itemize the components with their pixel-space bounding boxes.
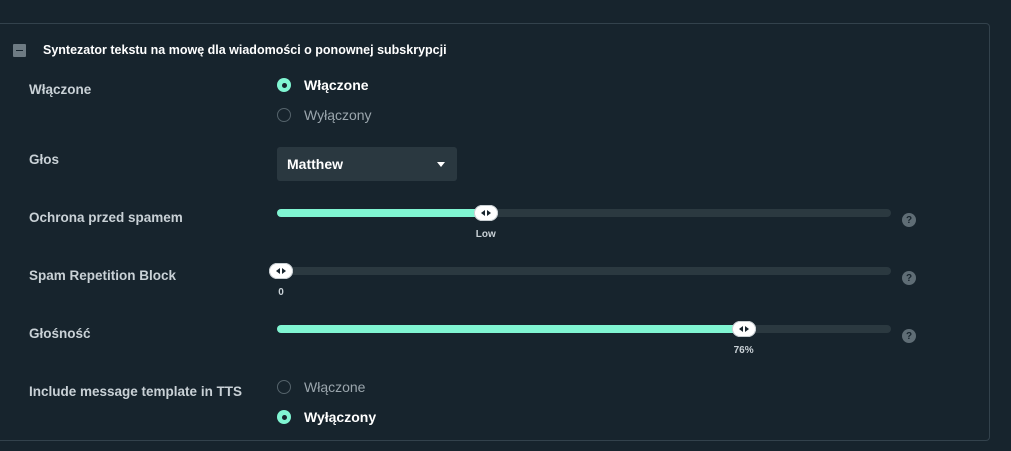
volume-label: Głośność — [29, 326, 91, 341]
slider-handle[interactable] — [269, 263, 293, 279]
radio-unselected-icon[interactable] — [277, 380, 291, 394]
chevron-down-icon — [437, 161, 445, 167]
enabled-option-on[interactable]: Włączone — [277, 77, 369, 93]
arrow-left-icon — [276, 268, 280, 274]
include-template-option-off[interactable]: Wyłączony — [277, 409, 376, 425]
spam-repetition-slider[interactable]: 0 — [269, 263, 891, 298]
radio-selected-icon[interactable] — [277, 410, 291, 424]
arrow-right-icon — [744, 326, 749, 332]
collapse-toggle-icon[interactable] — [13, 43, 26, 57]
arrow-right-icon — [486, 210, 491, 216]
enabled-option-on-label: Włączone — [304, 77, 369, 93]
arrow-left-icon — [480, 210, 485, 216]
section-title: Syntezator tekstu na mowę dla wiadomości… — [43, 43, 447, 57]
radio-selected-icon[interactable] — [277, 78, 291, 92]
spam-protection-slider[interactable]: Low — [277, 205, 891, 240]
include-template-label: Include message template in TTS — [29, 384, 243, 399]
radio-unselected-icon[interactable] — [277, 108, 291, 122]
slider-handle[interactable] — [473, 205, 498, 221]
section-header: Syntezator tekstu na mowę dla wiadomości… — [13, 43, 447, 57]
slider-fill — [277, 209, 486, 217]
include-template-option-on-label: Włączone — [304, 379, 366, 395]
enabled-option-off[interactable]: Wyłączony — [277, 107, 372, 123]
spam-repetition-value: 0 — [278, 287, 284, 298]
voice-select[interactable]: Matthew — [277, 147, 457, 181]
volume-value: 76% — [733, 345, 754, 356]
spam-protection-value: Low — [475, 229, 496, 240]
voice-select-value: Matthew — [287, 156, 343, 172]
include-template-option-on[interactable]: Włączone — [277, 379, 365, 395]
slider-fill — [277, 325, 744, 333]
slider-handle[interactable] — [731, 321, 756, 337]
help-icon[interactable]: ? — [902, 213, 916, 227]
voice-label: Głos — [29, 152, 60, 167]
include-template-option-off-label: Wyłączony — [304, 409, 377, 425]
help-icon[interactable]: ? — [902, 329, 916, 343]
spam-protection-label: Ochrona przed spamem — [29, 210, 183, 225]
arrow-right-icon — [282, 268, 286, 274]
help-icon[interactable]: ? — [902, 271, 916, 285]
arrow-left-icon — [738, 326, 743, 332]
enabled-label: Włączone — [29, 82, 92, 97]
spam-repetition-label: Spam Repetition Block — [29, 268, 177, 283]
volume-slider[interactable]: 76% — [277, 321, 891, 356]
enabled-option-off-label: Wyłączony — [304, 107, 372, 123]
